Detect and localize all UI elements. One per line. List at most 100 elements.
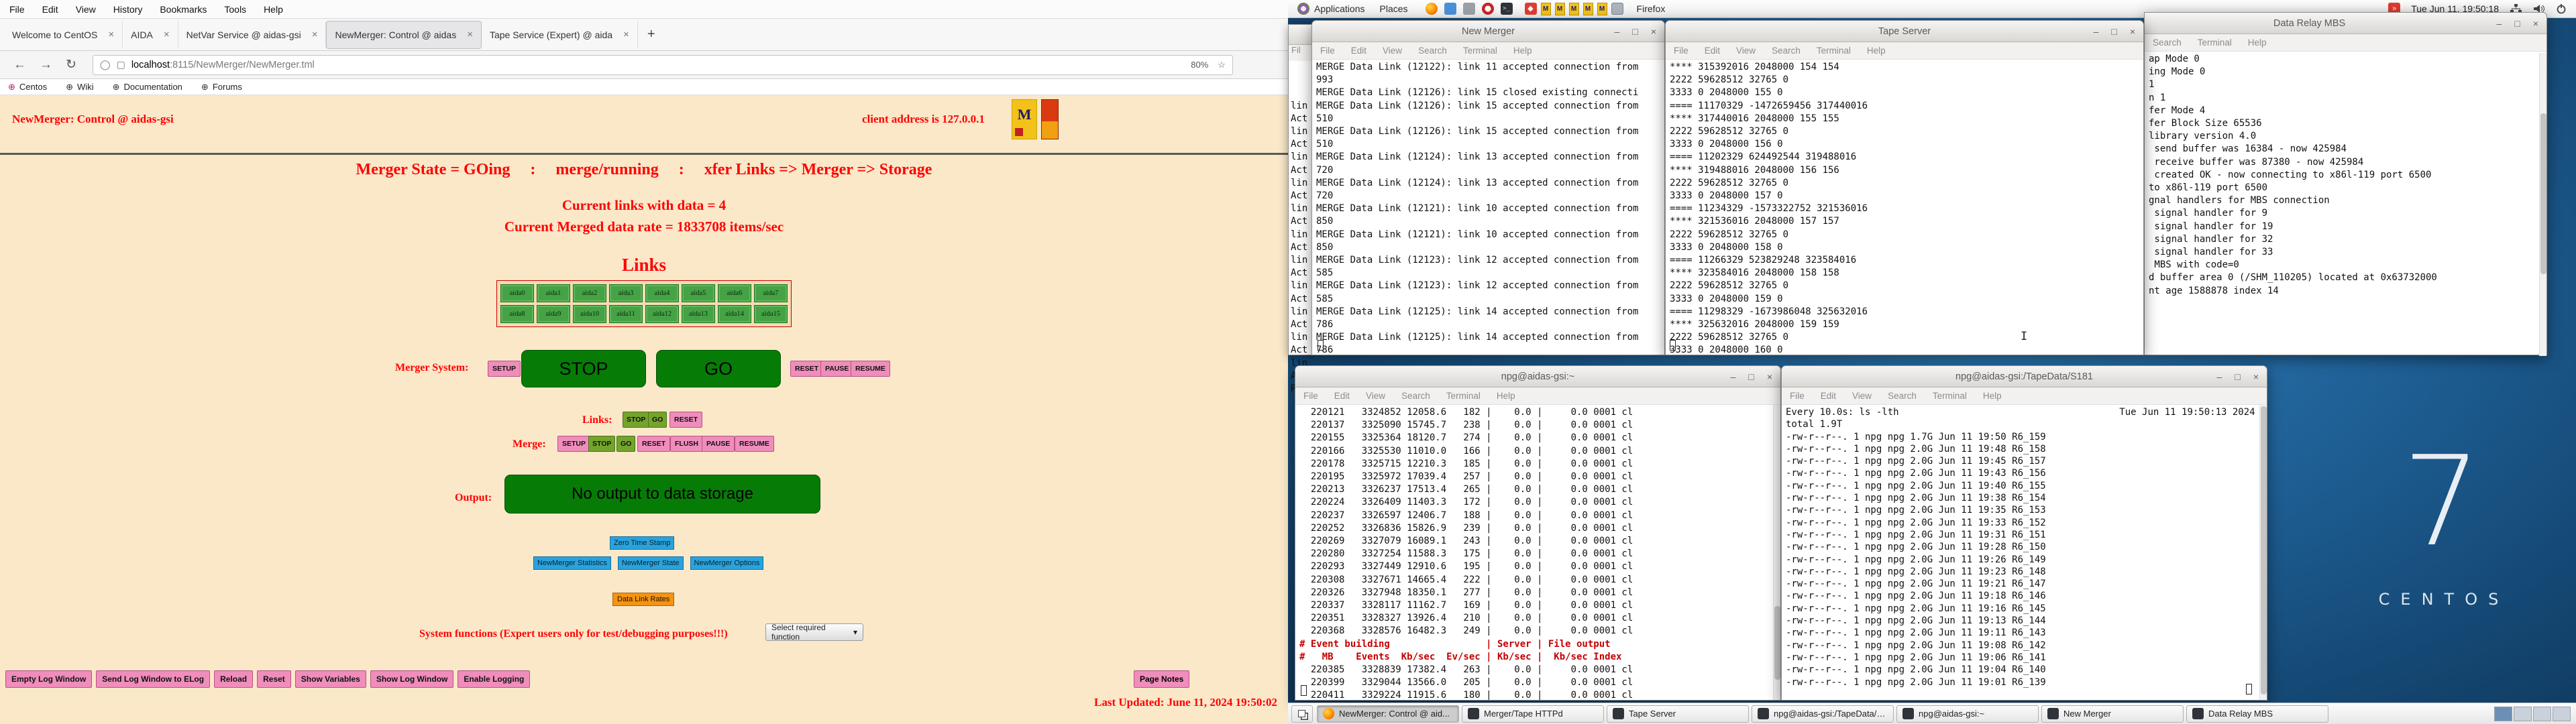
link-button[interactable]: aida3: [609, 284, 643, 302]
browser-menu-item[interactable]: Help: [264, 4, 283, 15]
menu-item[interactable]: Search: [1888, 391, 1917, 401]
zoom-level-badge[interactable]: 80%: [1191, 60, 1208, 70]
browser-menu-item[interactable]: View: [76, 4, 96, 15]
midas-launcher-icon-4[interactable]: M: [1583, 3, 1593, 15]
tab-close-icon[interactable]: ×: [467, 29, 473, 40]
menu-item[interactable]: File: [1303, 391, 1318, 401]
archive-launcher-icon[interactable]: [1463, 3, 1475, 15]
npg-home-content[interactable]: 220121 3324852 12058.6 182 | 0.0 | 0.0 0…: [1295, 405, 1780, 700]
merge-go-button[interactable]: GO: [616, 436, 635, 452]
firefox-launcher-icon[interactable]: [1426, 3, 1438, 15]
log-button[interactable]: Show Log Window: [370, 670, 454, 688]
merger-resume-button[interactable]: RESUME: [851, 361, 890, 377]
tab-close-icon[interactable]: ×: [312, 29, 318, 40]
link-button[interactable]: aida4: [645, 284, 679, 302]
minimize-icon[interactable]: –: [2217, 371, 2222, 382]
links-go-button[interactable]: GO: [648, 412, 667, 428]
merger-setup-button[interactable]: SETUP: [488, 361, 521, 377]
merger-stop-button[interactable]: STOP: [521, 350, 646, 387]
tab-close-icon[interactable]: ×: [164, 29, 170, 40]
workspace-2[interactable]: [2514, 707, 2532, 721]
scrollbar[interactable]: [1773, 405, 1780, 700]
new-merger-titlebar[interactable]: New Merger – □ ×: [1312, 21, 1664, 42]
active-app-label[interactable]: Firefox: [1637, 3, 1666, 14]
menu-item[interactable]: Terminal: [1463, 46, 1497, 56]
link-button[interactable]: aida14: [718, 305, 751, 323]
npg-tapedata-content[interactable]: Every 10.0s: ls -lth Tue Jun 11 19:50:13…: [1782, 405, 2267, 700]
maximize-icon[interactable]: □: [2514, 18, 2520, 29]
tape-server-window[interactable]: Tape Server – □ × FileEditViewSearchTerm…: [1665, 20, 2144, 355]
midas-launcher-icon-5[interactable]: M: [1597, 3, 1607, 15]
links-reset-button[interactable]: RESET: [669, 412, 702, 428]
npg-tapedata-titlebar[interactable]: npg@aidas-gsi:/TapeData/S181 – □ ×: [1782, 366, 2267, 387]
taskbar-window-button[interactable]: New Merger: [2041, 705, 2184, 723]
minimize-icon[interactable]: –: [2094, 26, 2099, 37]
midas-launcher-icon-1[interactable]: M: [1541, 3, 1551, 15]
info-button[interactable]: NewMerger Options: [690, 556, 764, 570]
menu-item[interactable]: View: [1366, 391, 1385, 401]
log-button[interactable]: Empty Log Window: [5, 670, 92, 688]
log-button[interactable]: Reload: [214, 670, 253, 688]
menu-item[interactable]: Help: [1513, 46, 1532, 56]
files-launcher-icon[interactable]: [1444, 3, 1456, 15]
npg-home-window[interactable]: npg@aidas-gsi:~ – □ × File Edit View Search…: [1295, 365, 1781, 701]
menu-item[interactable]: Terminal: [1933, 391, 1967, 401]
close-icon[interactable]: ×: [2253, 371, 2259, 382]
maximize-icon[interactable]: □: [2111, 26, 2116, 37]
browser-menu-item[interactable]: Tools: [224, 4, 246, 15]
merge-flush-button[interactable]: FLUSH: [670, 436, 703, 452]
link-button[interactable]: aida9: [537, 305, 570, 323]
browser-menu-item[interactable]: History: [113, 4, 143, 15]
menu-item[interactable]: Help: [1867, 46, 1886, 56]
back-icon[interactable]: ←: [13, 58, 26, 72]
npg-home-titlebar[interactable]: npg@aidas-gsi:~ – □ ×: [1295, 366, 1780, 387]
menu-item[interactable]: Search: [1401, 391, 1430, 401]
menu-item[interactable]: View: [1736, 46, 1756, 56]
minimize-icon[interactable]: –: [1615, 26, 1620, 37]
data-link-rates-button[interactable]: Data Link Rates: [612, 593, 674, 606]
minimize-icon[interactable]: –: [2497, 18, 2502, 29]
output-status-button[interactable]: No output to data storage: [504, 475, 820, 514]
menu-item[interactable]: Help: [2248, 38, 2267, 48]
taskbar-window-button[interactable]: npg@aidas-gsi:~: [1896, 705, 2039, 723]
menu-item[interactable]: Terminal: [2198, 38, 2232, 48]
browser-menu-item[interactable]: Edit: [42, 4, 58, 15]
scrollbar-thumb[interactable]: [2261, 406, 2267, 695]
minimize-icon[interactable]: –: [1731, 371, 1736, 382]
link-button[interactable]: aida10: [573, 305, 606, 323]
data-relay-content[interactable]: ap Mode 0ing Mode 01n 1fer Mode 4fer Blo…: [2145, 52, 2546, 355]
reload-icon[interactable]: ↻: [66, 57, 76, 72]
bookmark-item[interactable]: ⊕ Centos: [8, 82, 47, 93]
workspace-4[interactable]: [2553, 707, 2571, 721]
browser-tab[interactable]: NetVar Service @ aidas-gsi ×: [178, 21, 327, 48]
workspace-3[interactable]: [2533, 707, 2551, 721]
menu-item[interactable]: Edit: [1334, 391, 1350, 401]
browser-tab[interactable]: NewMerger: Control @ aidas ×: [326, 21, 482, 49]
zero-time-stamp-button[interactable]: Zero Time Stamp: [610, 536, 674, 550]
tape-server-content[interactable]: **** 315392016 2048000 154 1542222 59628…: [1666, 60, 2143, 355]
scrollbar-thumb[interactable]: [1774, 606, 1780, 680]
browser-tab[interactable]: Tape Service (Expert) @ aida ×: [482, 21, 638, 48]
link-button[interactable]: aida0: [500, 284, 534, 302]
app-launcher-icon[interactable]: ◆: [1525, 3, 1537, 15]
link-button[interactable]: aida12: [645, 305, 679, 323]
merge-pause-button[interactable]: PAUSE: [702, 436, 735, 452]
link-button[interactable]: aida15: [754, 305, 788, 323]
links-stop-button[interactable]: STOP: [623, 412, 649, 428]
log-button[interactable]: Enable Logging: [458, 670, 530, 688]
menu-item[interactable]: Search: [2153, 38, 2182, 48]
menu-item[interactable]: Terminal: [1817, 46, 1851, 56]
maximize-icon[interactable]: □: [1748, 371, 1754, 382]
menu-item[interactable]: Terminal: [1446, 391, 1481, 401]
places-menu[interactable]: Places: [1380, 3, 1408, 14]
browser-tab[interactable]: Welcome to CentOS ×: [4, 21, 123, 48]
taskbar-window-button[interactable]: npg@aidas-gsi:/TapeData/S...: [1752, 705, 1894, 723]
merge-resume-button[interactable]: RESUME: [735, 436, 774, 452]
screenshot-launcher-icon[interactable]: [1611, 3, 1623, 15]
log-button[interactable]: Send Log Window to ELog: [96, 670, 210, 688]
menu-item[interactable]: Edit: [1351, 46, 1366, 56]
menu-item[interactable]: View: [1852, 391, 1872, 401]
menu-item[interactable]: File: [1320, 46, 1335, 56]
link-button[interactable]: aida8: [500, 305, 534, 323]
forward-icon[interactable]: →: [40, 58, 52, 72]
